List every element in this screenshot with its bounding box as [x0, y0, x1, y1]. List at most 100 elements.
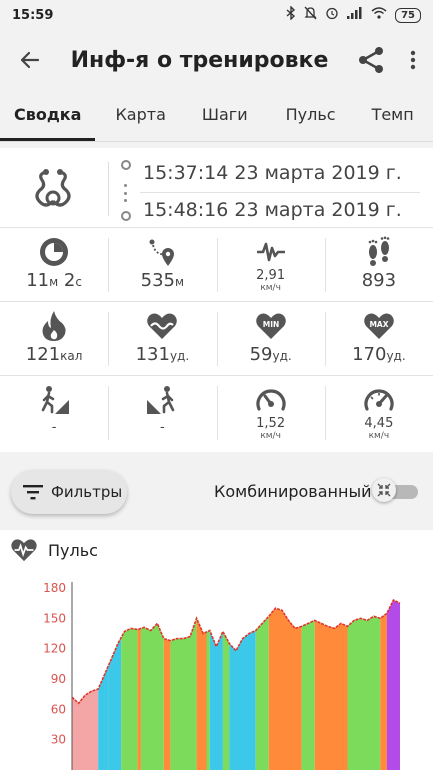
heart-rate-zone-15 — [301, 620, 315, 770]
pulse-chart: 30 60 90 120 150 180 — [43, 581, 401, 770]
mute-bell-icon — [304, 6, 317, 24]
time-range: 15:37:14 23 марта 2019 г. 15:48:16 23 ма… — [0, 148, 433, 228]
heart-wave-icon — [146, 310, 178, 342]
status-bar: 15:59 75 — [0, 0, 433, 30]
distance-unit: м — [175, 275, 185, 289]
max-speed-unit: км/ч — [368, 431, 390, 441]
filters-label: Фильтры — [51, 483, 123, 501]
heart-rate-zone-14 — [268, 608, 302, 770]
tab-summary[interactable]: Сводка — [0, 92, 96, 141]
stats-row: 11м 2с 535м 2,91 км/ч 893 — [0, 228, 433, 302]
wifi-icon — [371, 7, 387, 23]
end-dot — [121, 211, 131, 221]
share-icon — [359, 47, 383, 73]
calories-unit: кал — [60, 349, 83, 363]
route-icon — [146, 236, 178, 268]
end-time: 15:48:16 23 марта 2019 г. — [143, 199, 402, 221]
collapse-arrows-icon — [377, 483, 391, 497]
timeline-dots — [124, 184, 127, 202]
min-pulse-unit: уд. — [272, 349, 292, 363]
heart-rate-zone-5 — [140, 624, 164, 770]
more-vertical-icon — [410, 50, 416, 70]
min-speed-unit: км/ч — [260, 431, 281, 441]
heart-rate-zone-12 — [229, 630, 256, 770]
heart-rate-zone-19 — [386, 600, 400, 770]
duration-min-value: 11 — [26, 270, 50, 291]
heart-rate-zone-9 — [206, 630, 210, 770]
y-tick-label: 30 — [51, 733, 66, 747]
speedometer-low-icon — [255, 384, 287, 416]
activity-type-icon — [35, 169, 71, 207]
share-button[interactable] — [349, 30, 393, 90]
filter-icon — [23, 485, 43, 500]
stat-avg-speed: 2,91 км/ч — [216, 228, 325, 301]
max-speed-value: 4,45 — [364, 416, 394, 431]
divider — [108, 162, 109, 216]
heart-rate-zone-16 — [314, 620, 348, 770]
tab-pulse[interactable]: Пульс — [272, 92, 350, 141]
stat-min-pulse: MIN 59уд. — [216, 302, 325, 375]
heart-rate-zone-2 — [108, 637, 122, 770]
workout-info-screen: 15:59 75 Инф-я о тренировке Сводка Карта… — [0, 0, 433, 770]
footprints-icon — [363, 236, 395, 268]
arrow-left-icon — [20, 51, 40, 69]
heart-rate-zone-4 — [137, 628, 141, 770]
stat-calories: 121кал — [0, 302, 108, 375]
speed-wave-icon — [255, 236, 287, 268]
signal-icon — [347, 7, 363, 23]
max-pulse-unit: уд. — [386, 349, 406, 363]
pulse-chart-title: Пульс — [48, 540, 98, 560]
walk-downhill-icon — [146, 384, 178, 416]
page-title: Инф-я о тренировке — [70, 47, 329, 73]
stat-max-speed: 4,45 км/ч — [324, 376, 433, 450]
min-badge-text: MIN — [262, 320, 279, 329]
divider — [140, 192, 420, 193]
tab-steps[interactable]: Шаги — [188, 92, 262, 141]
combined-toggle[interactable] — [372, 478, 420, 502]
duration-sec-unit: с — [75, 275, 82, 289]
stats-grid: 11м 2с 535м 2,91 км/ч 893 121кал 131уд. … — [0, 228, 433, 450]
steps-value: 893 — [361, 270, 397, 291]
stat-avg-pulse: 131уд. — [108, 302, 216, 375]
distance-value: 535 — [140, 270, 176, 291]
stat-min-speed: 1,52 км/ч — [216, 376, 325, 450]
heart-rate-zone-11 — [222, 631, 230, 770]
app-bar: Инф-я о тренировке — [0, 30, 433, 90]
tab-map[interactable]: Карта — [101, 92, 179, 141]
duration-sec-value: 2 — [58, 270, 76, 291]
walk-uphill-icon — [38, 384, 70, 416]
status-time: 15:59 — [12, 7, 54, 23]
heart-rate-zone-6 — [163, 638, 171, 770]
avg-pulse-value: 131 — [135, 344, 170, 365]
combined-label: Комбинированный — [214, 482, 372, 501]
heart-max-icon: MAX — [363, 310, 395, 342]
heart-wave-icon — [11, 539, 37, 562]
more-options-button[interactable] — [393, 30, 433, 90]
heart-rate-zone-17 — [347, 616, 381, 770]
stat-max-pulse: MAX 170уд. — [324, 302, 433, 375]
filters-button[interactable]: Фильтры — [11, 470, 127, 514]
y-tick-label: 180 — [43, 581, 66, 595]
pulse-chart-header: Пульс — [10, 538, 98, 562]
speedometer-high-icon — [363, 384, 395, 416]
duration-min-unit: м — [49, 275, 59, 289]
avg-speed-value: 2,91 — [256, 268, 286, 283]
flame-icon — [38, 310, 70, 342]
min-pulse-value: 59 — [249, 344, 273, 365]
heart-rate-zone-18 — [380, 613, 387, 770]
stats-row: 121кал 131уд. MIN 59уд. MAX 170уд. — [0, 302, 433, 376]
start-time: 15:37:14 23 марта 2019 г. — [143, 162, 402, 184]
tab-pace[interactable]: Темп — [358, 92, 428, 141]
stat-distance: 535м — [108, 228, 216, 301]
avg-speed-unit: км/ч — [260, 283, 281, 293]
alarm-icon — [325, 6, 339, 24]
pulse-chart-card: 30 60 90 120 150 180 Пульс — [0, 530, 433, 770]
stat-duration: 11м 2с — [0, 228, 108, 301]
stopwatch-icon — [38, 236, 70, 268]
back-button[interactable] — [0, 30, 60, 90]
y-tick-label: 90 — [51, 672, 66, 686]
status-icons: 75 — [286, 5, 421, 24]
heart-rate-zone-13 — [255, 616, 269, 770]
max-badge-text: MAX — [369, 320, 388, 329]
avg-pulse-unit: уд. — [169, 349, 190, 363]
